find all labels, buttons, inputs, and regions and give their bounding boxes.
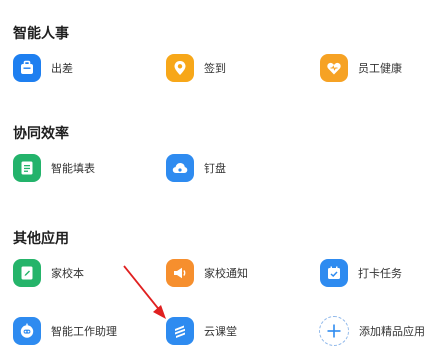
app-home-school-book[interactable]: 家校本 — [13, 255, 84, 291]
app-add-premium-app[interactable]: 添加精品应用 — [319, 313, 425, 348]
app-label: 云课堂 — [204, 325, 237, 338]
cloud-icon — [166, 154, 194, 182]
location-pin-icon — [166, 54, 194, 82]
app-smart-work-assistant[interactable]: 智能工作助理 — [13, 313, 117, 348]
form-icon — [13, 154, 41, 182]
robot-icon — [13, 317, 41, 345]
app-directory: 智能人事 出差 签到 员工健康 协同效率 智能填表 钉盘 其他应用 家校本 家校… — [0, 0, 432, 348]
heart-icon — [320, 54, 348, 82]
app-label: 打卡任务 — [358, 267, 402, 280]
app-label: 签到 — [204, 62, 226, 75]
app-label: 员工健康 — [358, 62, 402, 75]
app-label: 钉盘 — [204, 162, 226, 175]
notebook-icon — [13, 259, 41, 287]
megaphone-icon — [166, 259, 194, 287]
app-home-school-notice[interactable]: 家校通知 — [166, 255, 248, 291]
stripes-icon — [166, 317, 194, 345]
app-label: 出差 — [51, 62, 73, 75]
app-cloud-classroom[interactable]: 云课堂 — [166, 313, 237, 348]
app-label: 家校通知 — [204, 267, 248, 280]
app-label: 添加精品应用 — [359, 325, 425, 338]
app-employee-health[interactable]: 员工健康 — [320, 50, 402, 86]
section-title-other-apps: 其他应用 — [13, 231, 69, 247]
briefcase-icon — [13, 54, 41, 82]
app-label: 家校本 — [51, 267, 84, 280]
app-label: 智能填表 — [51, 162, 95, 175]
app-dingpan[interactable]: 钉盘 — [166, 150, 226, 186]
plus-icon — [319, 316, 349, 346]
app-label: 智能工作助理 — [51, 325, 117, 338]
app-smart-form[interactable]: 智能填表 — [13, 150, 95, 186]
app-clock-in-task[interactable]: 打卡任务 — [320, 255, 402, 291]
section-title-smart-hr: 智能人事 — [13, 26, 69, 42]
app-business-trip[interactable]: 出差 — [13, 50, 73, 86]
section-title-collaboration: 协同效率 — [13, 126, 69, 142]
calendar-check-icon — [320, 259, 348, 287]
app-check-in[interactable]: 签到 — [166, 50, 226, 86]
